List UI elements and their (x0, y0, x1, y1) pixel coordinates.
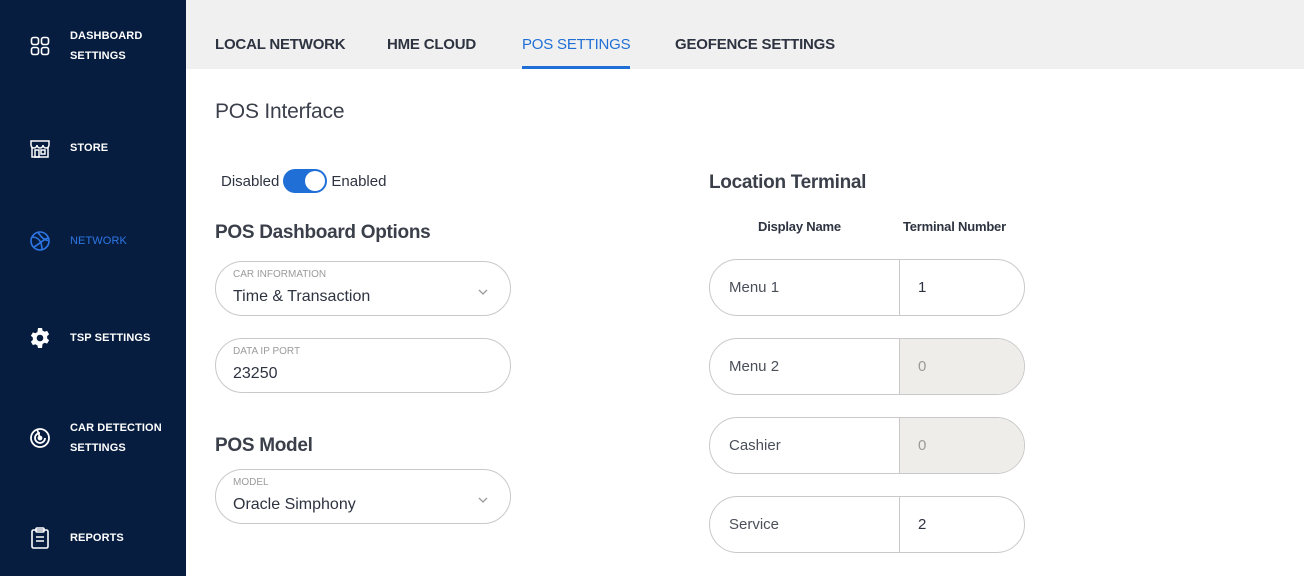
terminal-number-input: 0 (899, 339, 1024, 394)
network-globe-icon (29, 230, 51, 252)
sidebar-item-store[interactable]: STORE (0, 118, 186, 178)
terminal-number-input[interactable]: 1 (899, 260, 1024, 315)
terminal-number-input: 0 (899, 418, 1024, 473)
car-information-caption: CAR INFORMATION (233, 269, 327, 280)
clipboard-icon (29, 527, 51, 549)
sidebar-item-tsp-settings[interactable]: TSP SETTINGS (0, 308, 186, 368)
toggle-enabled-label: Enabled (331, 172, 387, 190)
data-ip-port-field[interactable]: DATA IP PORT 23250 (215, 338, 511, 393)
terminal-display-name: Cashier (729, 437, 781, 454)
sidebar-item-label: DASHBOARD SETTINGS (70, 30, 143, 62)
terminal-row: Service 2 (709, 496, 1025, 553)
location-terminal-title: Location Terminal (709, 172, 867, 193)
display-name-column-header: Display Name (758, 219, 841, 234)
toggle-disabled-label: Disabled (221, 172, 280, 190)
pos-dashboard-options-title: POS Dashboard Options (215, 222, 431, 243)
terminal-row: Menu 1 1 (709, 259, 1025, 316)
sidebar-item-label: CAR DETECTION SETTINGS (70, 422, 162, 454)
store-icon (29, 137, 51, 159)
sidebar-item-label: STORE (70, 142, 109, 154)
sidebar-item-label: TSP SETTINGS (70, 332, 151, 344)
tab-hme-cloud[interactable]: HME CLOUD (387, 0, 476, 69)
tab-bar: LOCAL NETWORK HME CLOUD POS SETTINGS GEO… (186, 0, 1304, 69)
chevron-down-icon (478, 492, 488, 503)
model-caption: MODEL (233, 477, 269, 488)
terminal-row: Cashier 0 (709, 417, 1025, 474)
sidebar-item-label: NETWORK (70, 235, 127, 247)
data-ip-port-caption: DATA IP PORT (233, 346, 301, 357)
tab-local-network[interactable]: LOCAL NETWORK (215, 0, 346, 69)
sidebar-item-label: REPORTS (70, 532, 124, 544)
model-select[interactable]: MODEL Oracle Simphony (215, 469, 511, 524)
gear-icon (29, 327, 51, 349)
car-information-select[interactable]: CAR INFORMATION Time & Transaction (215, 261, 511, 316)
tab-pos-settings[interactable]: POS SETTINGS (522, 0, 631, 69)
pos-interface-toggle-row: Disabled Enabled (221, 169, 386, 193)
terminal-row: Menu 2 0 (709, 338, 1025, 395)
terminal-display-name: Service (729, 516, 780, 533)
radar-icon (29, 427, 51, 449)
pos-model-title: POS Model (215, 435, 313, 456)
terminal-number-column-header: Terminal Number (903, 219, 1006, 234)
sidebar-item-car-detection-settings[interactable]: CAR DETECTION SETTINGS (0, 408, 186, 468)
sidebar: DASHBOARD SETTINGS STORE NETWORK TSP SET… (0, 0, 186, 576)
terminal-display-name: Menu 1 (729, 279, 780, 296)
chevron-down-icon (478, 284, 488, 295)
toggle-knob (305, 171, 326, 191)
dashboard-grid-icon (29, 35, 51, 57)
car-information-value: Time & Transaction (233, 288, 371, 305)
sidebar-item-reports[interactable]: REPORTS (0, 508, 186, 568)
pos-interface-toggle[interactable] (283, 169, 328, 193)
sidebar-item-dashboard-settings[interactable]: DASHBOARD SETTINGS (0, 16, 186, 76)
tab-geofence-settings[interactable]: GEOFENCE SETTINGS (675, 0, 835, 69)
sidebar-item-network[interactable]: NETWORK (0, 211, 186, 271)
terminal-number-input[interactable]: 2 (899, 497, 1024, 552)
data-ip-port-value: 23250 (233, 365, 278, 382)
terminal-display-name: Menu 2 (729, 358, 780, 375)
pos-interface-title: POS Interface (215, 100, 345, 123)
model-value: Oracle Simphony (233, 496, 356, 513)
